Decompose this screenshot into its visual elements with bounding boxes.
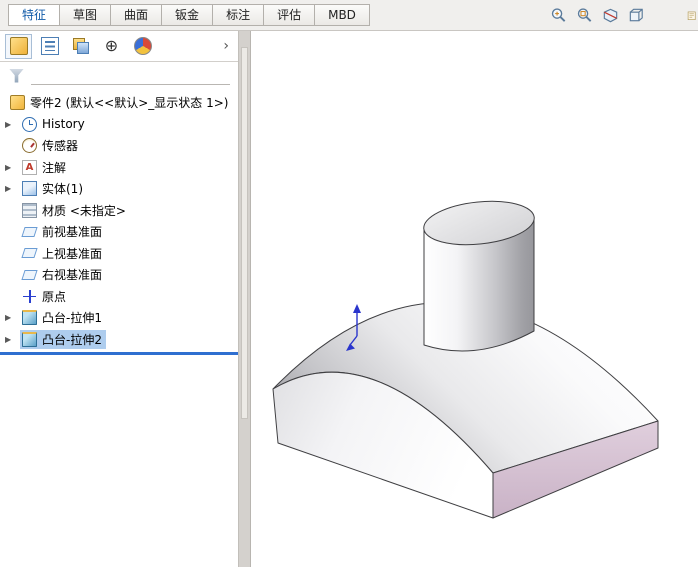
tree-item-solid-bodies[interactable]: ▶ 实体(1) [0, 178, 238, 200]
plane-icon [21, 226, 38, 237]
tree-root-highlight: 零件2 (默认<<默认>_显示状态 1>) [8, 93, 232, 112]
section-view-icon[interactable] [599, 4, 622, 27]
expand-arrow-icon[interactable]: ▶ [5, 163, 20, 172]
panel-tabs-overflow-chevron-icon[interactable]: › [216, 39, 236, 53]
dimxpertmanager-tab[interactable]: ⊕ [98, 34, 125, 59]
tree-filter-row [0, 62, 238, 89]
tree-item-label: 注解 [42, 160, 67, 175]
tree-item-highlight: 传感器 [20, 136, 82, 155]
tree-item-highlight: 前视基准面 [20, 222, 106, 241]
feature-manager-panel: ⊕ › 零件2 (默认<<默认>_显示状态 1>) ▶ History 传感器 ▶ 注解… [0, 31, 238, 567]
ribbon-tab-markup[interactable]: 标注 [213, 4, 265, 26]
tree-item-top-plane[interactable]: 上视基准面 [0, 243, 238, 265]
origin-icon [22, 289, 37, 304]
document-icon[interactable] [687, 4, 698, 27]
filter-funnel-icon[interactable] [9, 68, 24, 83]
tree-item-highlight: 注解 [20, 158, 70, 177]
tree-item-boss-extrude1[interactable]: ▶ 凸台-拉伸1 [0, 307, 238, 329]
feature-tree: 零件2 (默认<<默认>_显示状态 1>) ▶ History 传感器 ▶ 注解 ▶ 实体(… [0, 89, 238, 350]
tree-item-label: 实体(1) [42, 182, 83, 197]
ribbon-tab-sketch[interactable]: 草图 [60, 4, 112, 26]
model-canvas[interactable] [251, 31, 698, 567]
graphics-area[interactable] [251, 31, 698, 567]
tree-item-sensors[interactable]: 传感器 [0, 135, 238, 157]
tree-filter-input[interactable] [31, 66, 230, 85]
tree-item-highlight: 材质 <未指定> [20, 201, 130, 220]
extrude-icon [22, 331, 37, 347]
dimxpert-manager-icon: ⊕ [104, 36, 119, 55]
extrude-icon [22, 310, 37, 326]
ribbon-tab-evaluate[interactable]: 评估 [264, 4, 316, 26]
panel-tab-bar: ⊕ › [0, 31, 238, 62]
view-orientation-icon[interactable] [625, 4, 648, 27]
tree-item-history[interactable]: ▶ History [0, 114, 238, 136]
propertymanager-tab[interactable] [36, 34, 63, 59]
material-icon [22, 202, 37, 218]
rollback-bar[interactable] [0, 352, 238, 355]
sensor-icon [22, 138, 37, 154]
displaymanager-tab[interactable] [129, 34, 156, 59]
ribbon-tabs: 特征 草图 曲面 钣金 标注 评估 MBD [8, 0, 370, 30]
tree-root-item[interactable]: 零件2 (默认<<默认>_显示状态 1>) [0, 92, 238, 114]
tree-item-label: 右视基准面 [42, 268, 103, 283]
tree-item-label: 材质 <未指定> [42, 203, 126, 218]
tree-item-highlight: 凸台-拉伸2 [20, 329, 106, 349]
tree-item-label: 传感器 [42, 139, 79, 154]
zoom-fit-icon[interactable] [573, 4, 596, 27]
ribbon-tab-sheet-metal[interactable]: 钣金 [162, 4, 214, 26]
tree-item-label: 前视基准面 [42, 225, 103, 240]
main-content: ⊕ › 零件2 (默认<<默认>_显示状态 1>) ▶ History 传感器 ▶ 注解… [0, 31, 698, 567]
panel-splitter[interactable] [238, 31, 251, 567]
tree-item-boss-extrude2[interactable]: ▶ 凸台-拉伸2 [0, 329, 238, 351]
part-icon [10, 95, 25, 111]
expand-arrow-icon[interactable]: ▶ [5, 184, 20, 193]
featuremanager-tab[interactable] [5, 33, 32, 59]
tree-item-front-plane[interactable]: 前视基准面 [0, 221, 238, 243]
feature-manager-icon [9, 37, 28, 55]
plane-icon [21, 248, 38, 259]
tree-item-label: 上视基准面 [42, 246, 103, 261]
tree-item-right-plane[interactable]: 右视基准面 [0, 264, 238, 286]
expand-arrow-icon[interactable]: ▶ [5, 313, 20, 322]
configurationmanager-tab[interactable] [67, 34, 94, 59]
annot-icon [22, 159, 37, 175]
tree-item-origin[interactable]: 原点 [0, 286, 238, 308]
tree-item-label: 凸台-拉伸1 [42, 311, 102, 326]
tree-item-annotations[interactable]: ▶ 注解 [0, 157, 238, 179]
plane-icon [21, 269, 38, 280]
expand-arrow-icon[interactable]: ▶ [5, 335, 20, 344]
panel-tabs: ⊕ [5, 33, 156, 59]
ribbon-tab-mbd[interactable]: MBD [315, 4, 370, 26]
ribbon-tab-features[interactable]: 特征 [8, 4, 61, 26]
tree-item-highlight: 原点 [20, 287, 70, 306]
tree-root-label: 零件2 (默认<<默认>_显示状态 1>) [30, 96, 229, 111]
property-manager-icon [40, 37, 59, 55]
bodies-icon [22, 181, 37, 197]
display-manager-icon [133, 37, 152, 55]
solidworks-window: 特征 草图 曲面 钣金 标注 评估 MBD ⊕ › 零件2 (默认<<默认>_显示状态 1>… [0, 0, 698, 567]
history-icon [22, 116, 37, 132]
ribbon-tab-surfaces[interactable]: 曲面 [111, 4, 163, 26]
tree-item-highlight: 实体(1) [20, 179, 87, 198]
tree-item-highlight: History [20, 116, 89, 133]
tree-item-label: 凸台-拉伸2 [42, 332, 102, 347]
expand-arrow-icon[interactable]: ▶ [5, 120, 20, 129]
tree-item-material[interactable]: 材质 <未指定> [0, 200, 238, 222]
tree-item-highlight: 右视基准面 [20, 265, 106, 284]
config-manager-icon [72, 37, 90, 55]
ribbon-tab-bar: 特征 草图 曲面 钣金 标注 评估 MBD [0, 0, 698, 31]
tree-item-label: 原点 [42, 289, 67, 304]
zoom-previous-icon[interactable] [547, 4, 570, 27]
quick-icons [547, 4, 698, 27]
tree-item-highlight: 凸台-拉伸1 [20, 308, 106, 327]
splitter-thumb[interactable] [241, 47, 248, 419]
tree-item-label: History [42, 117, 85, 132]
tree-item-highlight: 上视基准面 [20, 244, 106, 263]
